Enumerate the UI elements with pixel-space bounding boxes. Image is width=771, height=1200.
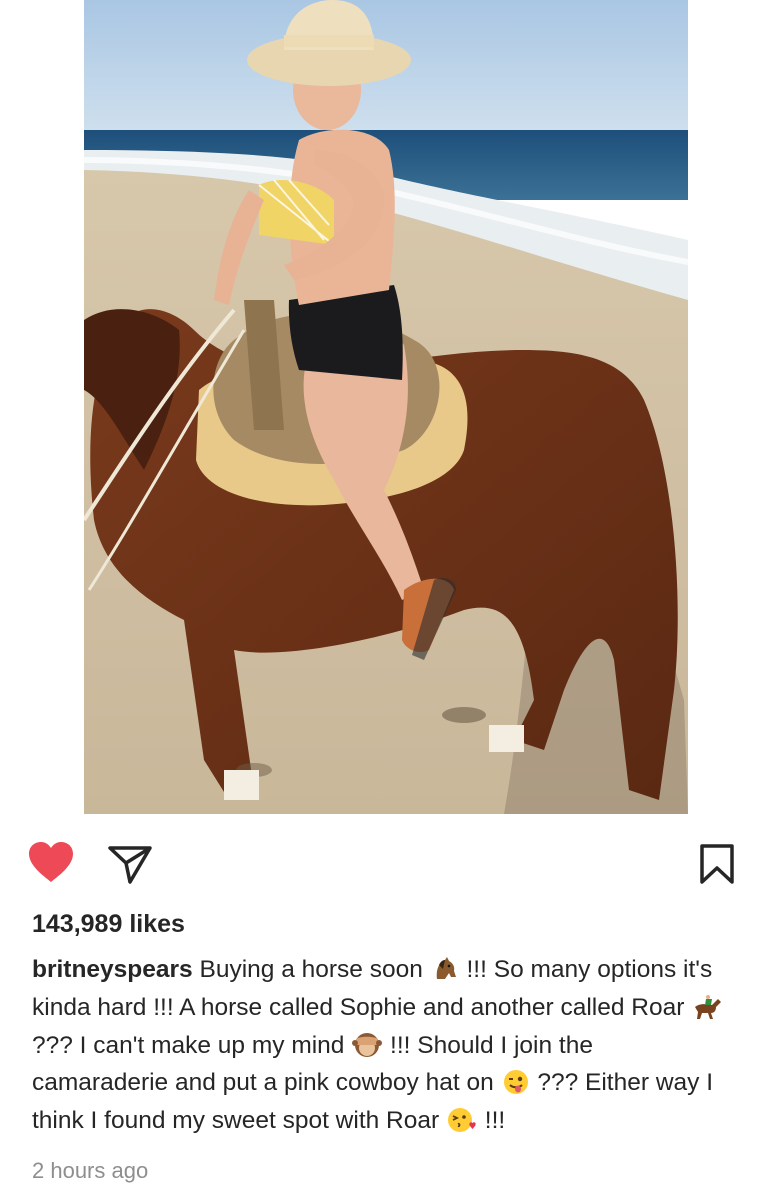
paper-plane-icon xyxy=(108,846,152,884)
share-button[interactable] xyxy=(104,840,154,886)
post-caption: britneyspears Buying a horse soon !!! So… xyxy=(32,954,732,1143)
likes-count[interactable]: 143,989 likes xyxy=(32,910,185,939)
caption-text-6: !!! xyxy=(477,1107,506,1135)
caption-text-3: ??? I can't make up my mind xyxy=(32,1031,352,1059)
post-photo[interactable] xyxy=(84,0,688,814)
like-button[interactable] xyxy=(26,840,76,886)
see-no-evil-monkey-emoji xyxy=(352,1031,383,1068)
heart-icon xyxy=(29,842,73,882)
post-timestamp[interactable]: 2 hours ago xyxy=(32,1158,148,1184)
caption-text-1: Buying a horse soon xyxy=(192,956,430,983)
bookmark-icon xyxy=(700,844,734,884)
kissing-heart-emoji xyxy=(447,1106,477,1143)
post-image xyxy=(84,0,688,814)
winking-tongue-emoji xyxy=(502,1068,530,1105)
caption-username[interactable]: britneyspears xyxy=(32,956,193,983)
post-action-bar xyxy=(0,836,771,888)
save-button[interactable] xyxy=(697,840,737,886)
horse-face-emoji xyxy=(431,955,459,992)
racing-horse-emoji xyxy=(692,993,724,1030)
